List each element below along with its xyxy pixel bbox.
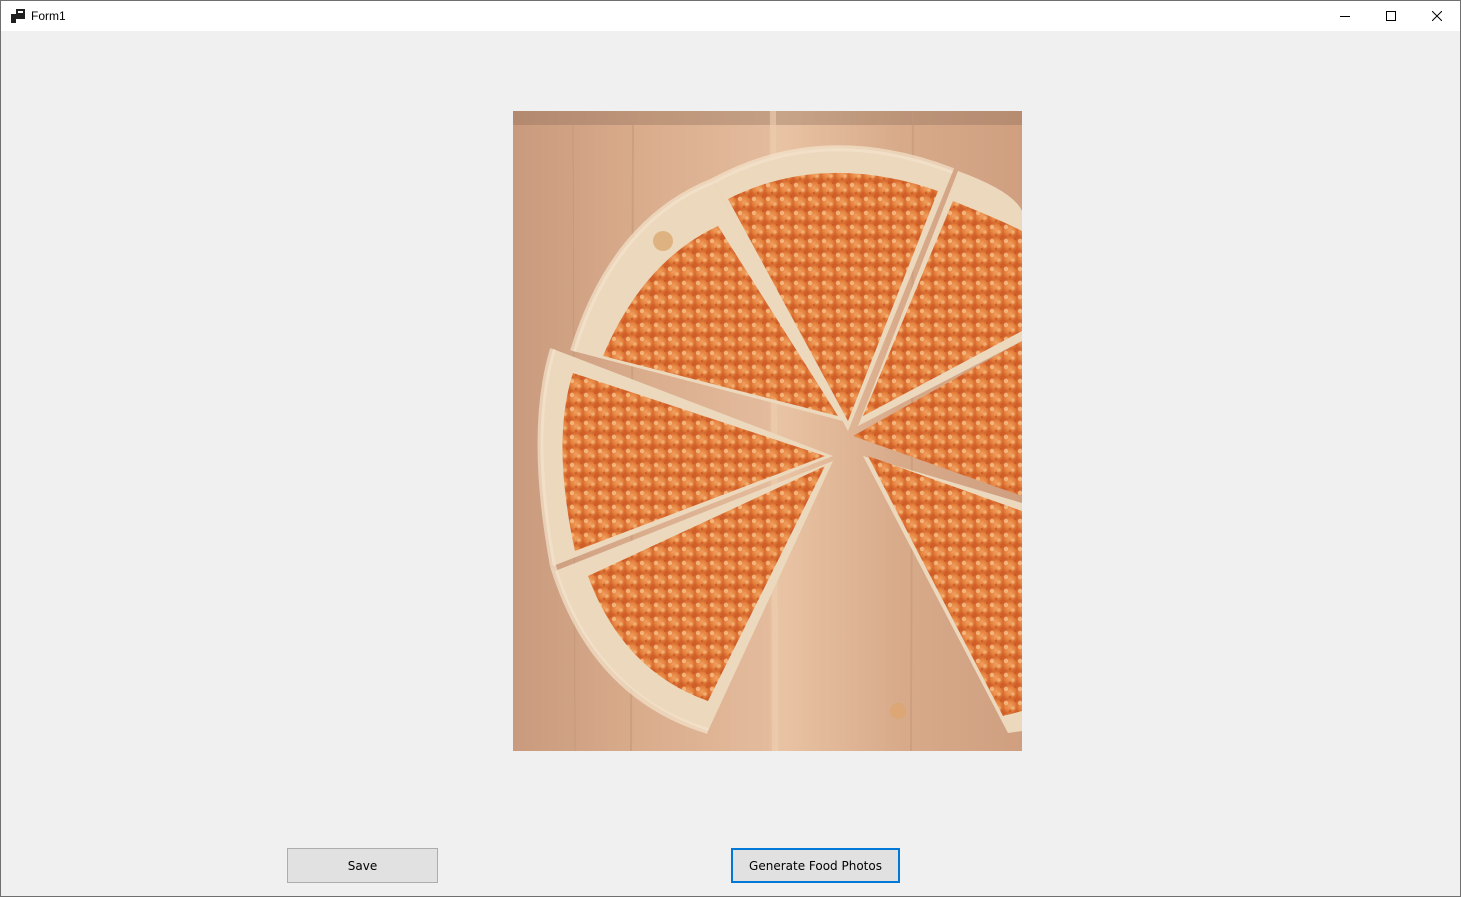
close-button[interactable] bbox=[1414, 1, 1460, 31]
food-photo bbox=[513, 111, 1022, 751]
close-icon bbox=[1432, 11, 1442, 21]
maximize-button[interactable] bbox=[1368, 1, 1414, 31]
minimize-button[interactable] bbox=[1322, 1, 1368, 31]
form-client-area: Save Generate Food Photos bbox=[1, 31, 1460, 896]
minimize-icon bbox=[1340, 16, 1350, 17]
pizza-photo-image bbox=[513, 111, 1022, 751]
form-app-icon bbox=[11, 9, 25, 23]
title-bar[interactable]: Form1 bbox=[1, 1, 1460, 31]
maximize-icon bbox=[1386, 11, 1396, 21]
generate-food-photos-button[interactable]: Generate Food Photos bbox=[731, 848, 900, 883]
main-window: Form1 Save Generate Food Photos bbox=[0, 0, 1461, 897]
window-title: Form1 bbox=[31, 9, 66, 23]
save-button[interactable]: Save bbox=[287, 848, 438, 883]
